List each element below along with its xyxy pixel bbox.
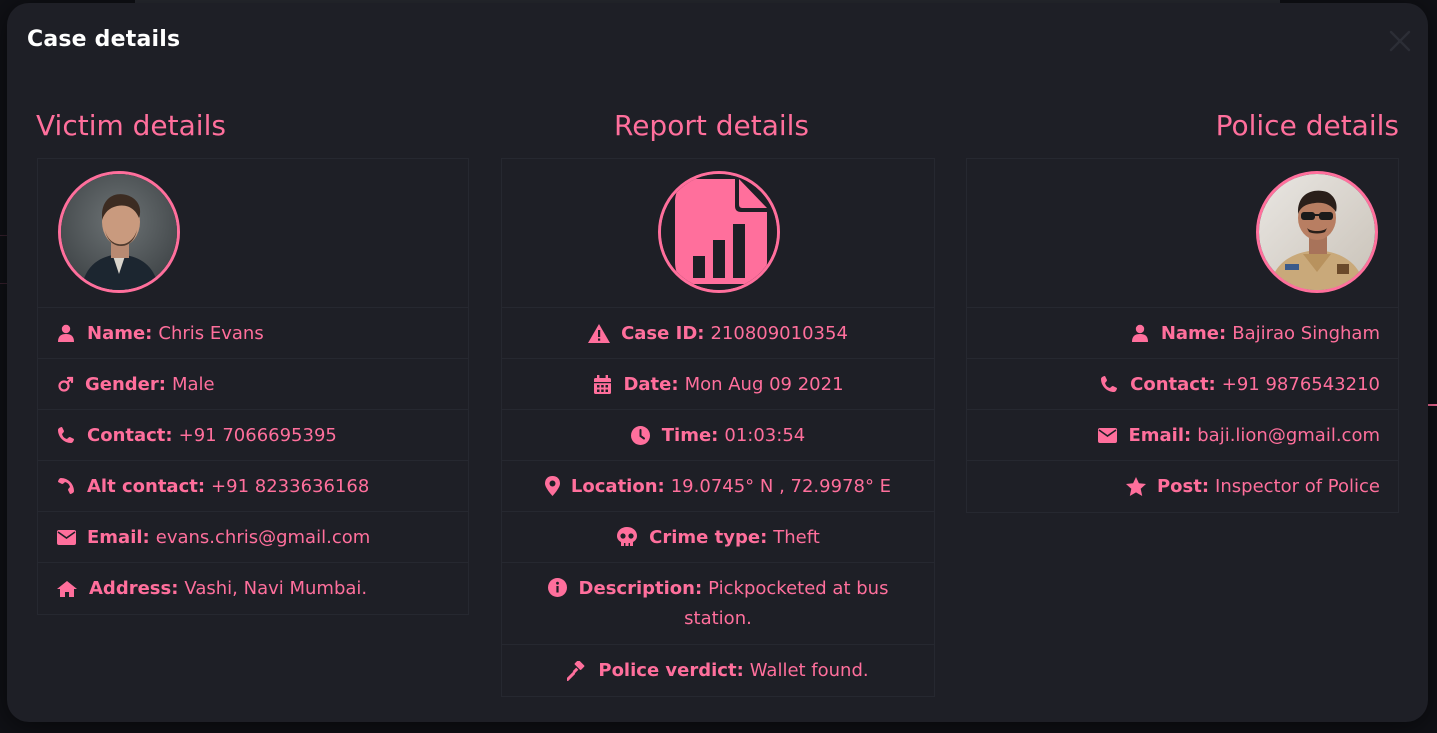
field-label: Email: (87, 526, 150, 548)
field-label: Email: (1128, 424, 1192, 446)
background-accent-line (1427, 404, 1437, 406)
user-icon (1130, 323, 1150, 343)
calendar-icon (592, 374, 612, 394)
police-post-row: Post: Inspector of Police (967, 461, 1398, 512)
victim-panel: Name: Chris Evans Gender: Male Contact: … (37, 158, 469, 615)
mars-icon (56, 374, 76, 394)
time-value: 01:03:54 (724, 424, 806, 446)
field-label: Contact: (87, 424, 173, 446)
police-email-row: Email: baji.lion@gmail.com (967, 410, 1398, 461)
clock-icon (631, 425, 651, 445)
field-label: Time: (661, 424, 719, 446)
victim-avatar-row (38, 159, 468, 308)
field-label: Alt contact: (87, 475, 206, 497)
police-verdict-value: Wallet found. (749, 660, 869, 681)
case-details-modal: Case details Victim details Report detai… (7, 3, 1428, 722)
star-icon (1125, 477, 1146, 497)
field-label: Location: (570, 475, 665, 497)
police-verdict-row: Police verdict: Wallet found. (502, 645, 934, 696)
description-value: Pickpocketed at bus (708, 577, 889, 599)
police-avatar-row (967, 159, 1398, 308)
crime-type-value: Theft (773, 526, 820, 548)
field-label: Case ID: (621, 322, 705, 344)
field-label: Description: (578, 577, 703, 599)
field-label: Date: (623, 373, 679, 395)
user-icon (56, 323, 76, 343)
police-contact-value: +91 9876543210 (1221, 373, 1380, 395)
home-icon (56, 579, 78, 599)
victim-email-row: Email: evans.chris@gmail.com (38, 512, 468, 563)
envelope-icon (1097, 425, 1117, 445)
phone-icon (56, 425, 76, 445)
report-avatar-row (502, 159, 934, 308)
police-contact-row: Contact: +91 9876543210 (967, 359, 1398, 410)
victim-name-row: Name: Chris Evans (38, 308, 468, 359)
field-label: Post: (1156, 476, 1210, 497)
victim-alt-contact-value: +91 8233636168 (211, 475, 370, 497)
victim-email-value: evans.chris@gmail.com (155, 526, 371, 548)
report-details-heading: Report details (614, 109, 810, 142)
location-row: Location: 19.0745° N , 72.9978° E (502, 461, 934, 512)
time-row: Time: 01:03:54 (502, 410, 934, 461)
skull-icon (616, 527, 638, 547)
phone-alt-icon (56, 476, 76, 496)
police-name-value: Bajirao Singham (1232, 322, 1380, 344)
close-icon (1389, 30, 1411, 52)
phone-icon (1099, 374, 1119, 394)
field-label: Police verdict: (598, 660, 744, 681)
case-id-row: Case ID: 210809010354 (502, 308, 934, 359)
victim-contact-row: Contact: +91 7066695395 (38, 410, 468, 461)
police-post-value: Inspector of Police (1215, 476, 1380, 497)
description-value-continued: station. (684, 607, 752, 629)
field-label: Crime type: (649, 526, 768, 548)
police-avatar (1256, 171, 1378, 293)
date-value: Mon Aug 09 2021 (684, 373, 844, 395)
gavel-icon (567, 660, 587, 681)
victim-address-row: Address: Vashi, Navi Mumbai. (38, 563, 468, 614)
report-avatar (658, 171, 780, 293)
police-name-row: Name: Bajirao Singham (967, 308, 1398, 359)
victim-address-value: Vashi, Navi Mumbai. (184, 578, 368, 599)
date-row: Date: Mon Aug 09 2021 (502, 359, 934, 410)
warning-icon (588, 323, 611, 343)
field-label: Name: (87, 322, 153, 344)
victim-gender-row: Gender: Male (38, 359, 468, 410)
police-details-heading: Police details (1215, 109, 1399, 142)
description-row: Description: Pickpocketed at bus station. (502, 563, 934, 645)
description-block: Description: Pickpocketed at bus station. (548, 574, 889, 634)
location-value: 19.0745° N , 72.9978° E (670, 475, 892, 497)
report-panel: Case ID: 210809010354 Date: Mon Aug 09 2… (501, 158, 935, 697)
file-chart-icon (661, 174, 777, 290)
victim-name-value: Chris Evans (158, 322, 264, 344)
map-marker-icon (544, 476, 560, 496)
crime-type-row: Crime type: Theft (502, 512, 934, 563)
victim-details-heading: Victim details (36, 109, 226, 142)
field-label: Address: (89, 578, 179, 599)
field-label: Name: (1160, 322, 1227, 344)
field-label: Contact: (1130, 373, 1216, 395)
modal-title: Case details (27, 27, 181, 52)
case-id-value: 210809010354 (710, 322, 848, 344)
victim-photo (61, 174, 177, 290)
field-label: Gender: (85, 373, 166, 395)
info-icon (548, 577, 568, 597)
police-photo (1259, 174, 1375, 290)
victim-contact-value: +91 7066695395 (178, 424, 337, 446)
close-button[interactable] (1388, 29, 1412, 53)
victim-gender-value: Male (171, 373, 215, 395)
victim-alt-contact-row: Alt contact: +91 8233636168 (38, 461, 468, 512)
police-panel: Name: Bajirao Singham Contact: +91 98765… (966, 158, 1399, 513)
victim-avatar (58, 171, 180, 293)
police-email-value: baji.lion@gmail.com (1197, 424, 1380, 446)
envelope-icon (56, 527, 76, 547)
